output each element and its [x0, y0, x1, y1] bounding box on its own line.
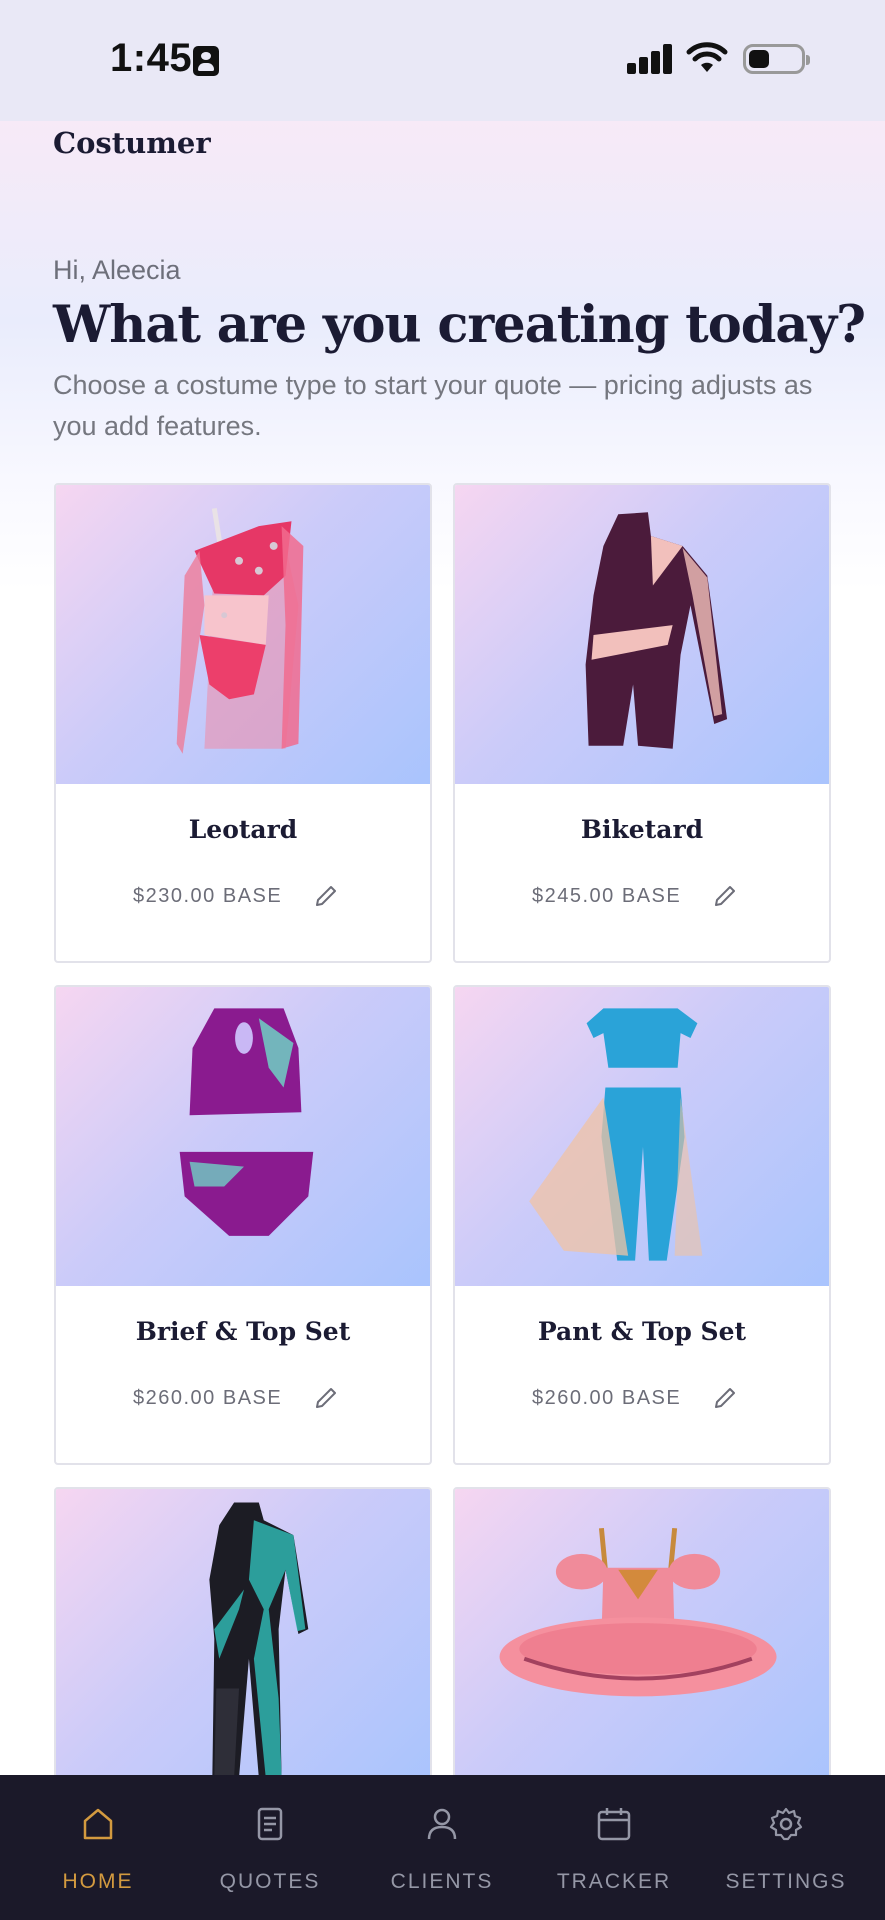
battery-icon	[743, 44, 810, 74]
card-price: $260.00 BASE	[133, 1387, 283, 1409]
status-bar: 1:45	[0, 0, 885, 121]
brand-logo: Costumer	[53, 126, 211, 160]
card-image	[56, 987, 430, 1286]
page-title: What are you creating today?	[53, 295, 866, 355]
unitard-illustration	[209, 1502, 309, 1778]
page-subtitle: Choose a costume type to start your quot…	[53, 370, 813, 441]
tutu-illustration	[499, 1527, 777, 1697]
tab-label: TRACKER	[556, 1870, 672, 1893]
wifi-icon	[686, 42, 728, 72]
card-image	[455, 1489, 829, 1788]
card-price: $230.00 BASE	[133, 885, 283, 907]
cellular-signal-icon	[627, 44, 673, 74]
card-title: Leotard	[188, 815, 298, 844]
card-image	[56, 1489, 430, 1788]
tab-quotes[interactable]: QUOTES	[185, 1775, 355, 1920]
tab-home[interactable]: HOME	[13, 1775, 183, 1920]
tab-label: QUOTES	[219, 1870, 321, 1893]
tab-clients[interactable]: CLIENTS	[357, 1775, 527, 1920]
tab-label: SETTINGS	[725, 1870, 847, 1893]
greeting: Hi, Aleecia	[53, 255, 181, 285]
tab-label: HOME	[62, 1870, 134, 1893]
costume-card-leotard[interactable]: Leotard $230.00 BASE	[54, 483, 432, 963]
costume-card-biketard[interactable]: Biketard $245.00 BASE	[453, 483, 831, 963]
card-price: $245.00 BASE	[532, 885, 682, 907]
card-title: Pant & Top Set	[537, 1317, 747, 1346]
tab-tracker[interactable]: TRACKER	[529, 1775, 699, 1920]
pencil-icon[interactable]	[712, 1385, 738, 1411]
card-title: Biketard	[580, 815, 704, 844]
clients-icon	[427, 1808, 457, 1840]
home-icon	[83, 1808, 113, 1840]
tab-settings[interactable]: SETTINGS	[701, 1775, 871, 1920]
card-image	[56, 485, 430, 784]
card-title: Brief & Top Set	[135, 1317, 351, 1346]
status-time: 1:45	[110, 36, 193, 80]
pencil-icon[interactable]	[313, 883, 339, 909]
pencil-icon[interactable]	[712, 883, 738, 909]
costume-card-brief-top-set[interactable]: Brief & Top Set $260.00 BASE	[54, 985, 432, 1465]
leotard-illustration	[176, 507, 304, 754]
calendar-icon	[597, 1808, 631, 1841]
tab-label: CLIENTS	[390, 1870, 494, 1893]
contact-card-icon	[193, 46, 219, 76]
costume-card-pant-top-set[interactable]: Pant & Top Set $260.00 BASE	[453, 985, 831, 1465]
card-image	[455, 485, 829, 784]
card-image	[455, 987, 829, 1286]
card-price: $260.00 BASE	[532, 1387, 682, 1409]
brief-top-set-illustration	[179, 1008, 314, 1236]
pencil-icon[interactable]	[313, 1385, 339, 1411]
gear-icon	[769, 1807, 803, 1841]
bottom-tab-bar: HOME QUOTES CLIENTS TRACKER SETTINGS	[0, 1775, 885, 1920]
quotes-icon	[257, 1807, 283, 1841]
biketard-illustration	[585, 512, 728, 749]
pant-top-set-illustration	[529, 1008, 703, 1261]
